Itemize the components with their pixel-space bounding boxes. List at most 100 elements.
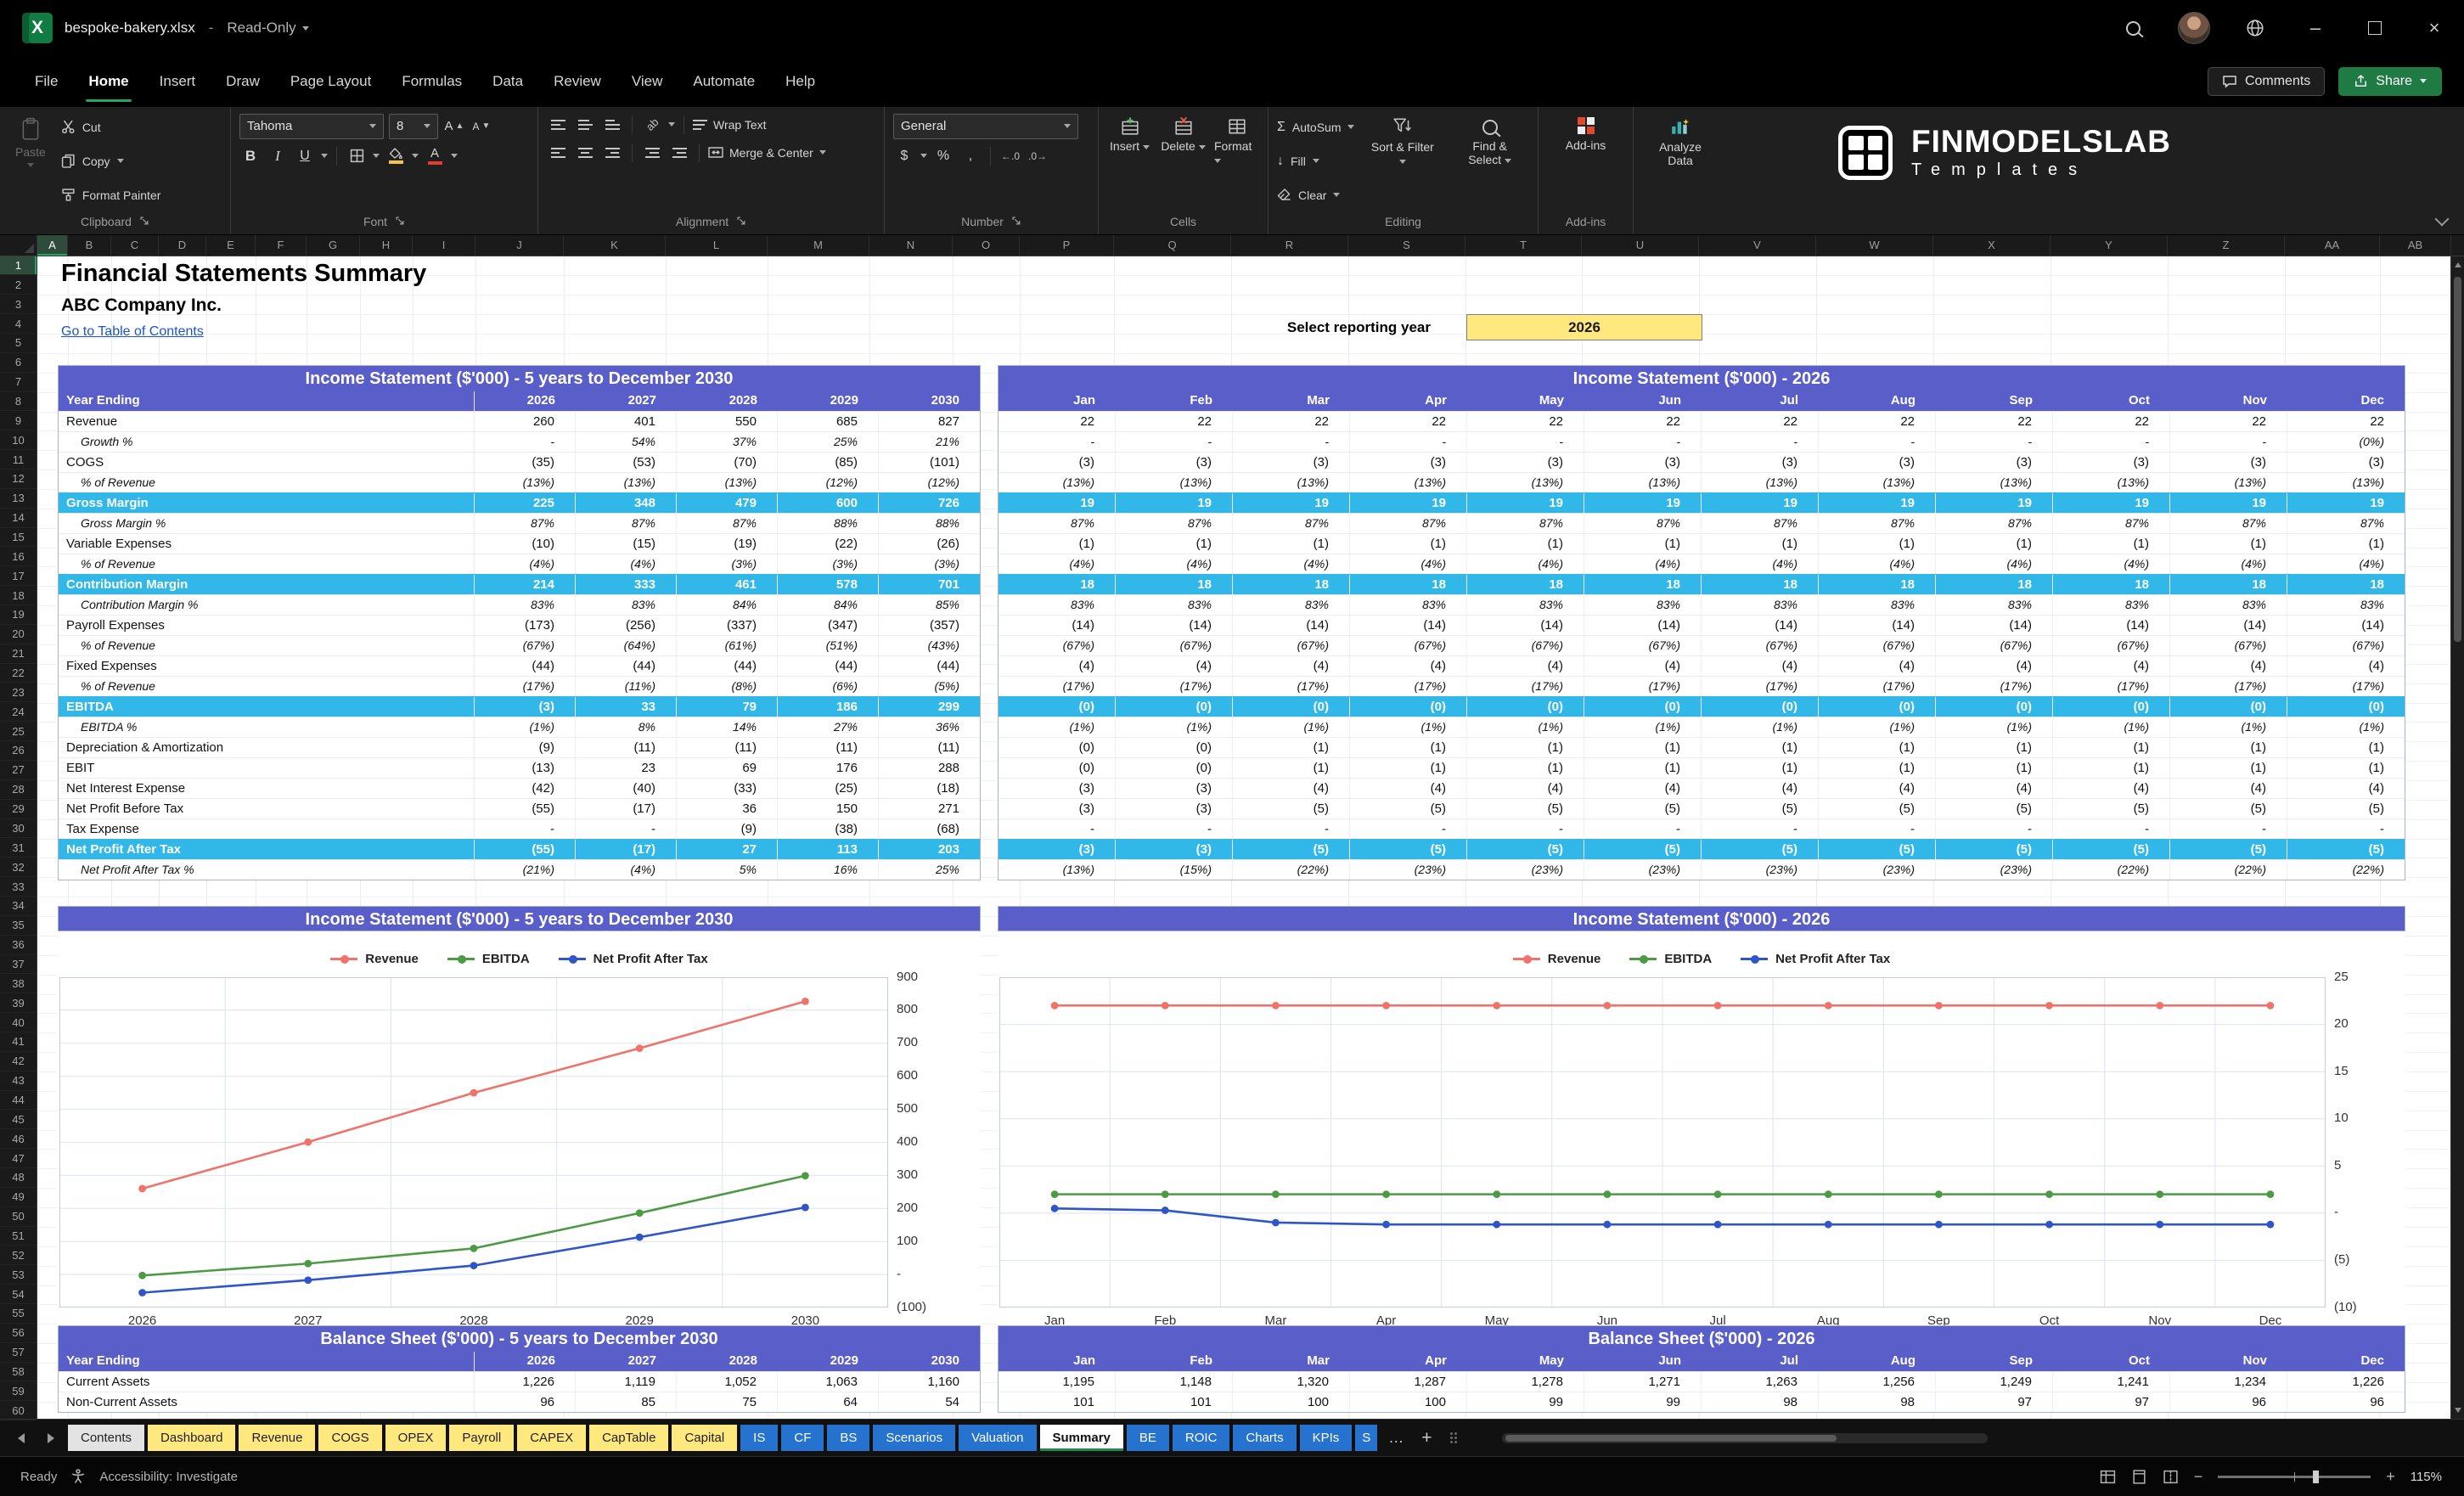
cell[interactable]: (42) xyxy=(475,778,576,798)
column-header-N[interactable]: N xyxy=(869,234,953,256)
cell[interactable]: 83% xyxy=(2170,594,2287,615)
cell[interactable]: 85% xyxy=(879,595,980,615)
cell[interactable]: (4%) xyxy=(1116,554,1233,574)
cell[interactable]: (3) xyxy=(1116,778,1233,798)
cell[interactable]: - xyxy=(1116,818,1233,839)
cell[interactable]: (4) xyxy=(1467,655,1584,676)
cell[interactable]: (4) xyxy=(1936,778,2053,798)
cell[interactable]: 1,234 xyxy=(2170,1371,2287,1392)
borders-button[interactable] xyxy=(346,145,368,167)
cell[interactable]: (3) xyxy=(999,452,1116,472)
cell[interactable]: (3) xyxy=(1233,452,1350,472)
cell[interactable]: (1%) xyxy=(1233,717,1350,737)
cell[interactable]: 1,271 xyxy=(1584,1371,1702,1392)
cell[interactable]: (13%) xyxy=(1702,472,1819,492)
column-header-cell[interactable]: 2029 xyxy=(778,391,879,411)
cell[interactable]: (14) xyxy=(1116,615,1233,635)
cell[interactable]: 348 xyxy=(576,492,677,513)
cell[interactable]: (23%) xyxy=(1936,859,2053,880)
cell[interactable]: (1%) xyxy=(1467,717,1584,737)
cell[interactable]: (67%) xyxy=(1936,635,2053,655)
cell[interactable]: 19 xyxy=(1702,492,1819,513)
cell[interactable]: 19 xyxy=(1350,492,1467,513)
cell[interactable]: (0) xyxy=(2287,697,2405,717)
sheet-tab-kpis[interactable]: KPIs xyxy=(1299,1425,1353,1452)
cell[interactable]: (4%) xyxy=(1233,554,1350,574)
cell[interactable]: 22 xyxy=(1233,411,1350,431)
cell[interactable]: (0) xyxy=(1233,696,1350,717)
row-label-cell[interactable]: EBITDA % xyxy=(59,717,475,737)
sheet-tab-roic[interactable]: ROIC xyxy=(1172,1425,1230,1452)
row-header-47[interactable]: 47 xyxy=(0,1149,37,1168)
cell[interactable]: 18 xyxy=(1819,574,1936,594)
cell[interactable]: (3) xyxy=(1116,798,1233,818)
align-center-button[interactable] xyxy=(574,142,596,164)
dialog-launcher-icon[interactable] xyxy=(140,217,149,226)
cell[interactable]: - xyxy=(1350,818,1467,839)
cell[interactable]: (23%) xyxy=(1584,859,1702,880)
zoom-level[interactable]: 115% xyxy=(2411,1470,2442,1484)
cell[interactable]: (23%) xyxy=(1350,859,1467,880)
search-button[interactable] xyxy=(2102,0,2163,56)
cell[interactable]: - xyxy=(2170,431,2287,452)
cell[interactable]: (67%) xyxy=(1116,635,1233,655)
cell[interactable]: - xyxy=(1233,431,1350,452)
row-header-37[interactable]: 37 xyxy=(0,955,37,975)
column-header-cell[interactable]: Jun xyxy=(1584,391,1702,411)
cell[interactable]: (101) xyxy=(879,453,980,472)
menu-review[interactable]: Review xyxy=(541,56,614,107)
column-header-cell[interactable]: Jun xyxy=(1584,1352,1702,1371)
cell[interactable]: (4) xyxy=(1467,778,1584,798)
row-header-32[interactable]: 32 xyxy=(0,858,37,878)
cell[interactable]: 97 xyxy=(1936,1392,2053,1412)
vertical-scrollbar[interactable] xyxy=(2450,256,2464,1420)
cell[interactable]: (4) xyxy=(1233,655,1350,676)
sort-filter-button[interactable]: Sort & Filter xyxy=(1363,114,1442,209)
align-top-button[interactable] xyxy=(547,114,569,136)
cell[interactable]: 16% xyxy=(778,859,879,880)
row-header-10[interactable]: 10 xyxy=(0,430,37,451)
column-header-cell[interactable]: Dec xyxy=(2287,391,2405,411)
cell[interactable]: (14) xyxy=(1819,615,1936,635)
cell[interactable]: (23%) xyxy=(1819,859,1936,880)
cell[interactable]: (1%) xyxy=(1702,717,1819,737)
wrap-text-button[interactable]: Wrap Text xyxy=(693,114,767,136)
cell[interactable]: 83% xyxy=(1584,594,1702,615)
cell[interactable]: 87% xyxy=(2287,514,2405,533)
menu-formulas[interactable]: Formulas xyxy=(389,56,475,107)
cell[interactable]: (5) xyxy=(1584,798,1702,818)
row-header-25[interactable]: 25 xyxy=(0,722,37,742)
cell[interactable]: 97 xyxy=(2053,1392,2170,1412)
dialog-launcher-icon[interactable] xyxy=(737,217,746,226)
cell[interactable]: (4%) xyxy=(1819,554,1936,574)
cell[interactable]: (25) xyxy=(778,778,879,798)
cell[interactable]: 1,241 xyxy=(2053,1371,2170,1392)
cell[interactable]: (51%) xyxy=(778,635,879,655)
row-header-18[interactable]: 18 xyxy=(0,586,37,606)
cell[interactable]: 214 xyxy=(475,574,576,594)
cell[interactable]: 87% xyxy=(1936,513,2053,533)
cell[interactable]: (5) xyxy=(2053,839,2170,859)
row-label-cell[interactable]: Non-Current Assets xyxy=(59,1392,475,1412)
cell[interactable]: - xyxy=(1936,818,2053,839)
cell[interactable]: 83% xyxy=(1116,594,1233,615)
cell[interactable]: - xyxy=(1233,818,1350,839)
cell[interactable]: 27 xyxy=(677,839,778,859)
sheet-tab-opex[interactable]: OPEX xyxy=(385,1425,447,1452)
close-button[interactable]: × xyxy=(2405,0,2464,56)
column-header-cell[interactable]: Jan xyxy=(999,391,1116,411)
cell[interactable]: 22 xyxy=(2053,411,2170,431)
column-header-cell[interactable]: Oct xyxy=(2053,391,2170,411)
cell[interactable]: (4) xyxy=(1819,778,1936,798)
cell[interactable]: (18) xyxy=(879,779,980,798)
row-header-13[interactable]: 13 xyxy=(0,489,37,509)
cell[interactable]: (4) xyxy=(2287,656,2405,676)
cell[interactable]: (1) xyxy=(2170,533,2287,554)
cell[interactable]: (1%) xyxy=(1819,717,1936,737)
row-header-51[interactable]: 51 xyxy=(0,1227,37,1246)
cell[interactable]: (40) xyxy=(576,778,677,798)
cell[interactable]: (3) xyxy=(999,798,1116,818)
row-label-cell[interactable]: % of Revenue xyxy=(59,472,475,492)
cell[interactable]: 96 xyxy=(475,1392,576,1412)
column-header-M[interactable]: M xyxy=(768,234,869,256)
